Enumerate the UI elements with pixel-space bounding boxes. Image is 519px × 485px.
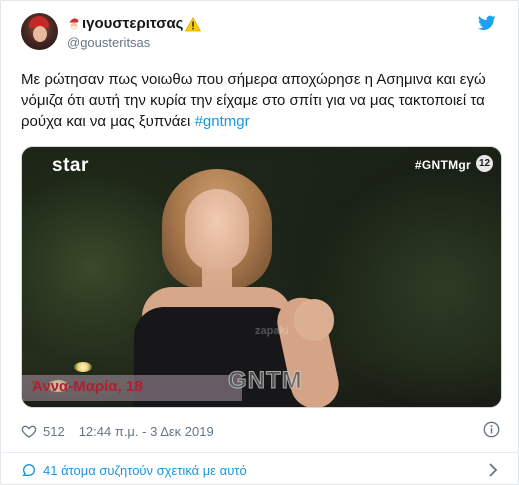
like-count[interactable]: 512 [43, 424, 65, 439]
tweet-media-image[interactable]: star #GNTMgr 12 zapaki Άννα-Μαρία, 18 GN… [21, 146, 502, 408]
speech-bubble-icon [22, 463, 36, 476]
chevron-right-icon[interactable] [488, 463, 498, 477]
warning-icon [185, 16, 202, 31]
hashtag-link[interactable]: #gntmgr [195, 113, 250, 130]
santa-face-icon [69, 18, 81, 30]
show-logo: GNTM [228, 367, 303, 395]
tweet-timestamp[interactable]: 12:44 π.μ. - 3 Δεκ 2019 [79, 424, 214, 439]
tweet-text: Με ρώτησαν πως νοιωθω που σήμερα αποχώρη… [21, 69, 501, 132]
avatar-face-shape [33, 26, 47, 42]
discussion-count-text[interactable]: 41 άτομα συζητούν σχετικά με αυτό [43, 463, 247, 478]
person-hand [294, 299, 334, 341]
garden-lamp [74, 362, 92, 372]
user-handle[interactable]: @gousteritsas [67, 35, 150, 51]
age-rating-badge: 12 [476, 155, 493, 172]
avatar[interactable] [21, 13, 58, 50]
info-icon[interactable] [483, 421, 500, 438]
show-hashtag-overlay: #GNTMgr [414, 158, 471, 172]
channel-logo: star [52, 155, 89, 176]
author-name-row[interactable]: ιγουστεριτσας [67, 15, 202, 33]
person-face [185, 189, 249, 271]
tweet-card: ιγουστεριτσας @gousteritsas Με ρώτησαν π… [0, 0, 519, 485]
lower-third-name: Άννα-Μαρία, 18 [32, 378, 143, 395]
twitter-bird-icon[interactable] [478, 15, 496, 31]
tweet-meta: 512 12:44 π.μ. - 3 Δεκ 2019 [21, 421, 214, 441]
discussion-link[interactable]: 41 άτομα συζητούν σχετικά με αυτό [21, 460, 247, 480]
tweet-body-text: Με ρώτησαν πως νοιωθω που σήμερα αποχώρη… [21, 71, 486, 130]
divider [1, 452, 519, 453]
watermark: zapaki [255, 325, 289, 337]
display-name[interactable]: ιγουστεριτσας [82, 15, 183, 33]
heart-icon[interactable] [21, 423, 37, 439]
